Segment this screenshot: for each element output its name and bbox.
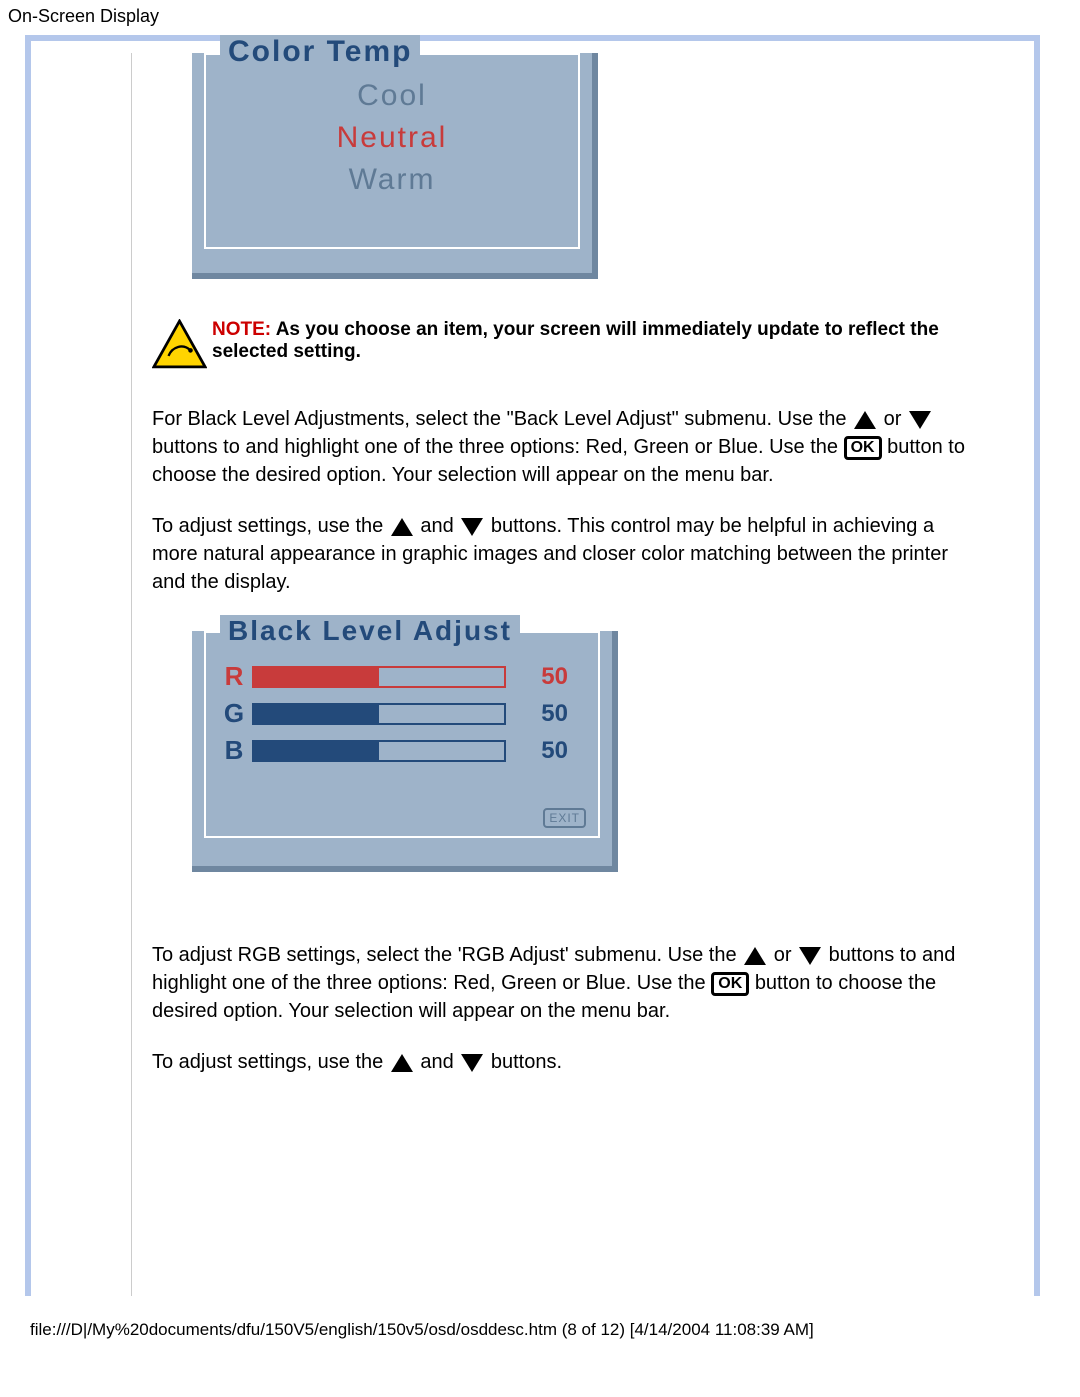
down-icon xyxy=(461,518,483,536)
osd-black-level-title: Black Level Adjust xyxy=(220,615,520,647)
paragraph-adjust-settings-2: To adjust settings, use the and buttons. xyxy=(152,1048,984,1076)
bla-label-g: G xyxy=(216,698,252,729)
down-icon xyxy=(799,947,821,965)
bla-label-r: R xyxy=(216,661,252,692)
footer-path: file:///D|/My%20documents/dfu/150V5/engl… xyxy=(0,1296,1080,1362)
osd-option-warm[interactable]: Warm xyxy=(216,159,568,201)
up-icon xyxy=(391,518,413,536)
osd-option-neutral[interactable]: Neutral xyxy=(216,117,568,159)
bla-bar-g[interactable] xyxy=(252,703,506,725)
exit-button[interactable]: EXIT xyxy=(543,808,586,828)
bla-row-b[interactable]: B 50 xyxy=(216,735,588,766)
bla-row-r[interactable]: R 50 xyxy=(216,661,588,692)
osd-color-temp-inner: Color Temp Cool Neutral Warm xyxy=(204,53,580,249)
bla-bar-b[interactable] xyxy=(252,740,506,762)
osd-color-temp-title: Color Temp xyxy=(220,35,420,69)
content-area: Color Temp Cool Neutral Warm NOTE: As yo… xyxy=(131,53,1004,1296)
bla-val-b: 50 xyxy=(506,737,568,765)
up-icon xyxy=(391,1054,413,1072)
bla-label-b: B xyxy=(216,735,252,766)
up-icon xyxy=(744,947,766,965)
osd-color-temp-panel: Color Temp Cool Neutral Warm xyxy=(192,53,598,279)
down-icon xyxy=(909,411,931,429)
bla-val-g: 50 xyxy=(506,700,568,728)
osd-black-level-panel: Black Level Adjust R 50 G 50 B 50 EXIT xyxy=(192,631,618,872)
paragraph-adjust-settings-1: To adjust settings, use the and buttons.… xyxy=(152,512,984,596)
page-frame: Color Temp Cool Neutral Warm NOTE: As yo… xyxy=(25,35,1040,1296)
note-row: NOTE: As you choose an item, your screen… xyxy=(152,319,984,375)
page-title: On-Screen Display xyxy=(0,0,1080,33)
note-body: As you choose an item, your screen will … xyxy=(212,319,939,362)
bla-row-g[interactable]: G 50 xyxy=(216,698,588,729)
osd-black-level-inner: Black Level Adjust R 50 G 50 B 50 EXIT xyxy=(204,631,600,838)
note-text: NOTE: As you choose an item, your screen… xyxy=(212,319,984,363)
paragraph-rgb-intro: To adjust RGB settings, select the 'RGB … xyxy=(152,941,984,1025)
up-icon xyxy=(854,411,876,429)
bla-bar-r[interactable] xyxy=(252,666,506,688)
bla-val-r: 50 xyxy=(506,663,568,691)
paragraph-black-level-intro: For Black Level Adjustments, select the … xyxy=(152,405,984,489)
ok-icon: OK xyxy=(711,972,749,996)
note-prefix: NOTE: xyxy=(212,319,271,340)
warning-icon xyxy=(152,319,212,375)
osd-option-cool[interactable]: Cool xyxy=(216,75,568,117)
down-icon xyxy=(461,1054,483,1072)
ok-icon: OK xyxy=(844,436,882,460)
